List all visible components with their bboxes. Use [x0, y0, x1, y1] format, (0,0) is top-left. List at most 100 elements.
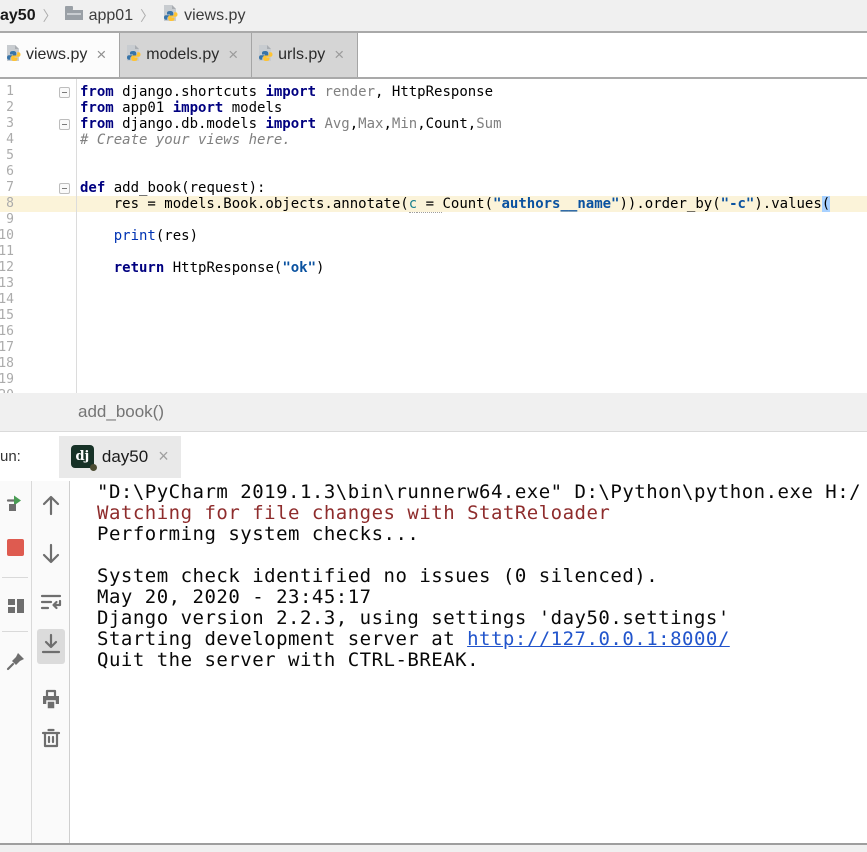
code-line-9[interactable]: 9	[0, 212, 867, 228]
code-line-14[interactable]: 14	[0, 292, 867, 308]
line-number: 12	[0, 260, 14, 276]
code-line-10[interactable]: 10 print(res)	[0, 228, 867, 244]
python-file-icon	[256, 44, 274, 67]
editor-tab-urls-py[interactable]: urls.py ×	[252, 33, 358, 77]
console-line: Django version 2.2.3, using settings 'da…	[97, 608, 867, 629]
line-number: 2	[0, 100, 14, 116]
code-line-8[interactable]: 8 res = models.Book.objects.annotate(c =…	[0, 196, 867, 212]
tab-label: models.py	[146, 46, 219, 64]
run-toolwindow-label: un:	[0, 448, 21, 465]
line-number: 9	[0, 212, 14, 228]
console-line: Watching for file changes with StatReloa…	[97, 503, 867, 524]
line-number: 8	[0, 196, 14, 212]
running-indicator-dot	[90, 464, 97, 471]
line-number: 14	[0, 292, 14, 308]
gutter-separator	[76, 79, 77, 393]
code-line-13[interactable]: 13	[0, 276, 867, 292]
fold-marker-icon[interactable]	[59, 87, 70, 98]
code-line-18[interactable]: 18	[0, 356, 867, 372]
stop-icon[interactable]	[0, 538, 31, 558]
code-line-3[interactable]: 3 from django.db.models import Avg,Max,Mi…	[0, 116, 867, 132]
tab-label: views.py	[26, 46, 87, 64]
code-line-12[interactable]: 12 return HttpResponse("ok")	[0, 260, 867, 276]
console-line: System check identified no issues (0 sil…	[97, 566, 867, 587]
editor-tab-models-py[interactable]: models.py ×	[120, 33, 252, 77]
code-text: return HttpResponse("ok")	[80, 260, 324, 276]
close-icon[interactable]: ×	[225, 45, 241, 65]
code-text: # Create your views here.	[80, 132, 291, 148]
code-line-4[interactable]: 4 # Create your views here.	[0, 132, 867, 148]
soft-wrap-icon[interactable]	[32, 590, 69, 614]
line-number: 7	[0, 180, 14, 196]
code-line-15[interactable]: 15	[0, 308, 867, 324]
python-file-icon	[161, 4, 179, 27]
console-line	[97, 545, 867, 566]
breadcrumb-file[interactable]: views.py	[184, 7, 245, 25]
django-icon: dj	[71, 445, 94, 468]
run-console: "D:\PyCharm 2019.1.3\bin\runnerw64.exe" …	[0, 481, 867, 843]
console-output[interactable]: "D:\PyCharm 2019.1.3\bin\runnerw64.exe" …	[70, 481, 867, 843]
code-line-19[interactable]: 19	[0, 372, 867, 388]
editor-tab-strip: views.py × models.py × urls.py ×	[0, 33, 867, 79]
code-text: from django.db.models import Avg,Max,Min…	[80, 116, 502, 132]
line-number: 19	[0, 372, 14, 388]
line-number: 16	[0, 324, 14, 340]
print-icon[interactable]	[32, 688, 69, 712]
chevron-right-icon: 〉	[140, 6, 154, 26]
server-url-link[interactable]: http://127.0.0.1:8000/	[467, 628, 730, 650]
breadcrumb-package[interactable]: app01	[89, 7, 134, 25]
code-line-7[interactable]: 7 def add_book(request):	[0, 180, 867, 196]
run-toolwindow-header: un: dj day50 ×	[0, 432, 867, 481]
run-tab-label: day50	[102, 447, 148, 467]
code-text: def add_book(request):	[80, 180, 265, 196]
fold-marker-icon[interactable]	[59, 183, 70, 194]
code-editor[interactable]: 1from django.shortcuts import render, Ht…	[0, 79, 867, 398]
restore-layout-icon[interactable]	[0, 596, 31, 616]
line-number: 1	[0, 84, 14, 100]
line-number: 15	[0, 308, 14, 324]
code-text: res = models.Book.objects.annotate(c = C…	[80, 196, 830, 212]
console-line: Performing system checks...	[97, 524, 867, 545]
up-stack-icon[interactable]	[32, 493, 69, 517]
line-number: 3	[0, 116, 14, 132]
breadcrumb-function[interactable]: add_book()	[78, 402, 164, 422]
editor-tab-views-py[interactable]: views.py ×	[0, 33, 120, 77]
pin-icon[interactable]	[0, 651, 31, 671]
code-line-1[interactable]: 1from django.shortcuts import render, Ht…	[0, 84, 867, 100]
line-number: 4	[0, 132, 14, 148]
close-icon[interactable]: ×	[331, 45, 347, 65]
clear-all-icon[interactable]	[32, 726, 69, 750]
line-number: 10	[0, 228, 14, 244]
rerun-icon[interactable]	[0, 492, 31, 512]
run-tab-day50[interactable]: dj day50 ×	[59, 436, 181, 478]
down-stack-icon[interactable]	[32, 542, 69, 566]
line-number: 11	[0, 244, 14, 260]
breadcrumb-project[interactable]: ay50	[0, 7, 36, 25]
tab-label: urls.py	[278, 46, 325, 64]
code-line-16[interactable]: 16	[0, 324, 867, 340]
code-text: print(res)	[80, 228, 198, 244]
line-number: 17	[0, 340, 14, 356]
console-toolbar	[32, 481, 70, 843]
code-line-11[interactable]: 11	[0, 244, 867, 260]
close-icon[interactable]: ×	[93, 45, 109, 65]
toolbar-divider	[2, 577, 28, 578]
close-icon[interactable]: ×	[158, 446, 169, 467]
code-line-5[interactable]: 5	[0, 148, 867, 164]
code-line-6[interactable]: 6	[0, 164, 867, 180]
chevron-right-icon: 〉	[43, 6, 57, 26]
line-number: 13	[0, 276, 14, 292]
console-line: "D:\PyCharm 2019.1.3\bin\runnerw64.exe" …	[97, 482, 867, 503]
status-bar	[0, 843, 867, 852]
code-line-17[interactable]: 17	[0, 340, 867, 356]
python-file-icon	[4, 44, 22, 67]
console-line: May 20, 2020 - 23:45:17	[97, 587, 867, 608]
scroll-to-end-icon[interactable]	[32, 629, 69, 664]
fold-marker-icon[interactable]	[59, 119, 70, 130]
code-line-2[interactable]: 2 from app01 import models	[0, 100, 867, 116]
navigation-bar: ay50 〉 app01 〉 views.py	[0, 0, 867, 33]
console-line: Quit the server with CTRL-BREAK.	[97, 650, 867, 671]
code-text: from app01 import models	[80, 100, 282, 116]
line-number: 6	[0, 164, 14, 180]
toolbar-divider	[2, 631, 28, 632]
